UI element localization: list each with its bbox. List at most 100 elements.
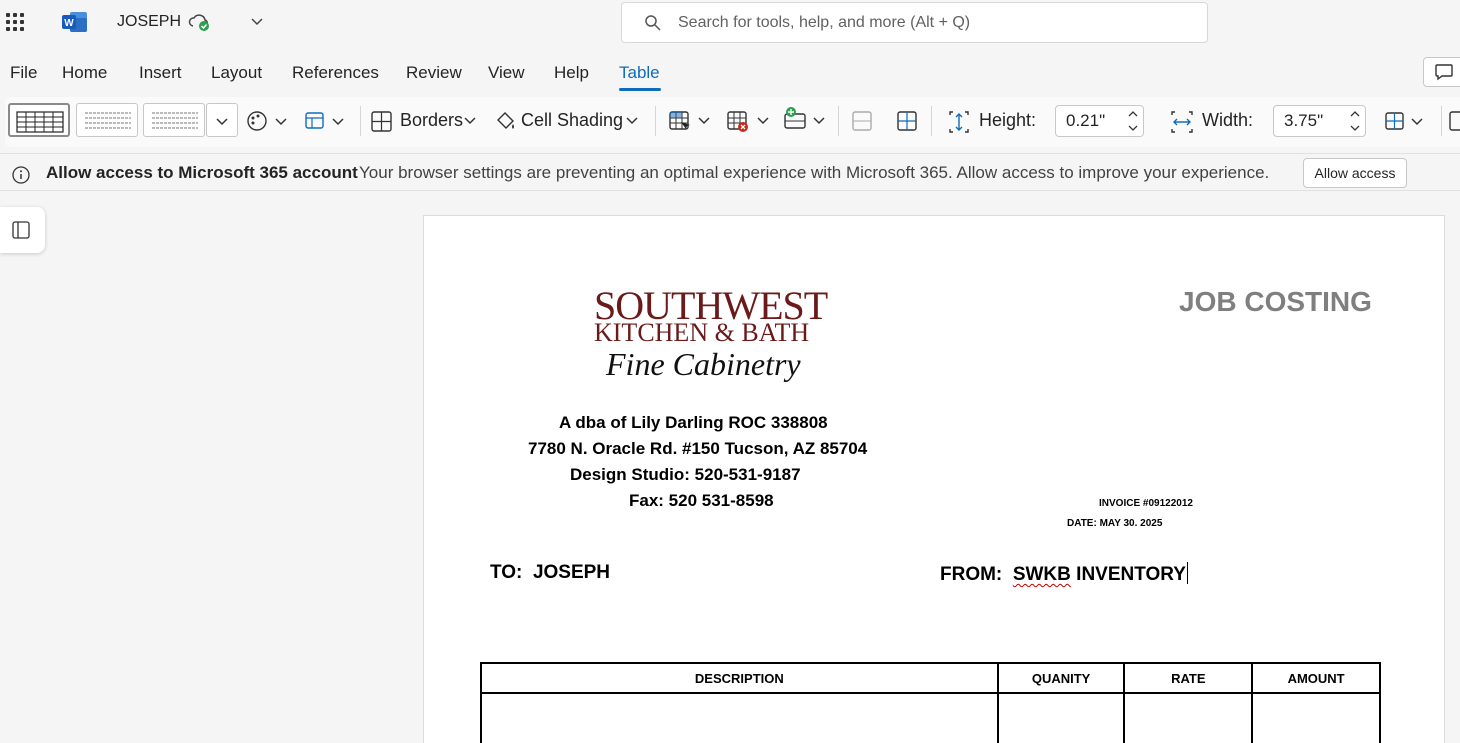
table-style-light[interactable] <box>143 103 205 137</box>
table-cell[interactable] <box>480 692 999 743</box>
column-width-icon <box>1171 111 1193 133</box>
menu-references[interactable]: References <box>292 63 379 83</box>
merge-cells-icon[interactable] <box>851 109 873 133</box>
from-value-rest: INVENTORY <box>1070 564 1186 585</box>
from-value-misspelled[interactable]: SWKB <box>1013 564 1071 585</box>
table-cell[interactable] <box>1123 692 1254 743</box>
table-light-icon <box>152 112 198 129</box>
info-bar: Allow access to Microsoft 365 account Yo… <box>0 153 1460 191</box>
chevron-down-icon[interactable] <box>463 114 477 128</box>
table-colors-icon[interactable] <box>245 109 295 133</box>
active-tab-indicator <box>619 88 661 91</box>
address-line-2: 7780 N. Oracle Rd. #150 Tucson, AZ 85704 <box>528 439 868 458</box>
borders-button[interactable]: Borders <box>400 110 463 131</box>
table-cell[interactable] <box>1251 692 1381 743</box>
table-style-grid[interactable] <box>8 103 70 137</box>
table-cell[interactable] <box>996 692 1126 743</box>
chevron-down-icon[interactable] <box>625 114 639 128</box>
search-placeholder: Search for tools, help, and more (Alt + … <box>678 14 971 31</box>
comments-button[interactable] <box>1423 57 1460 87</box>
table-header-row: DESCRIPTION QUANITY RATE AMOUNT <box>480 662 1381 694</box>
info-bar-message: Your browser settings are preventing an … <box>359 163 1270 182</box>
row-height-icon <box>949 111 969 133</box>
to-value: JOSEPH <box>532 562 611 583</box>
comment-icon <box>1435 64 1453 81</box>
chevron-down-icon <box>216 118 228 126</box>
line-items-table[interactable]: DESCRIPTION QUANITY RATE AMOUNT <box>480 662 1381 743</box>
allow-access-button[interactable]: Allow access <box>1303 158 1407 188</box>
menu-help[interactable]: Help <box>554 63 589 83</box>
separator <box>838 106 839 136</box>
logo-line-3: Fine Cabinetry <box>606 346 801 382</box>
width-label: Width: <box>1202 110 1254 130</box>
menu-review[interactable]: Review <box>406 63 462 83</box>
width-input[interactable]: 3.75" <box>1273 105 1366 137</box>
menu-table[interactable]: Table <box>619 63 660 83</box>
insert-row-icon[interactable] <box>782 106 834 134</box>
ribbon-toolbar: Borders Cell Shading Height: 0.21" Width… <box>5 97 1460 147</box>
table-grid-icon <box>16 111 64 133</box>
document-title: JOB COSTING <box>1179 286 1372 317</box>
word-logo-icon: W <box>62 12 87 32</box>
separator <box>1441 106 1442 136</box>
search-icon <box>645 15 661 31</box>
invoice-date: DATE: MAY 30. 2025 <box>1067 518 1163 529</box>
document-name[interactable]: JOSEPH <box>117 13 181 31</box>
table-layout-icon[interactable] <box>303 109 353 133</box>
table-styles-more-button[interactable] <box>206 103 238 137</box>
from-label: FROM: <box>940 564 1003 585</box>
company-logo: SOUTHWEST KITCHEN & BATH Fine Cabinetry <box>592 282 828 397</box>
from-field: FROM: SWKB INVENTORY <box>940 562 1188 586</box>
text-cursor <box>1186 562 1188 584</box>
more-options-icon[interactable] <box>1448 109 1460 133</box>
spinner-icon[interactable] <box>1127 108 1139 134</box>
search-box[interactable]: Search for tools, help, and more (Alt + … <box>621 2 1208 43</box>
logo-line-2: KITCHEN & BATH <box>594 318 810 347</box>
cloud-saved-icon[interactable] <box>188 12 212 32</box>
menu-file[interactable]: File <box>10 63 37 83</box>
insert-table-icon[interactable] <box>667 108 719 134</box>
address-line-4: Fax: 520 531-8598 <box>629 491 774 510</box>
menu-insert[interactable]: Insert <box>139 63 182 83</box>
separator <box>655 106 656 136</box>
cell-shading-button[interactable]: Cell Shading <box>521 110 623 131</box>
table-plain-icon <box>85 112 131 129</box>
spinner-icon[interactable] <box>1349 108 1361 134</box>
menu-home[interactable]: Home <box>62 63 107 83</box>
separator <box>931 106 932 136</box>
separator <box>360 106 361 136</box>
menu-bar: File Home Insert Layout References Revie… <box>0 56 1460 92</box>
width-value: 3.75" <box>1284 111 1324 130</box>
panel-icon <box>12 221 30 239</box>
address-line-1: A dba of Lily Darling ROC 338808 <box>559 413 828 432</box>
height-label: Height: <box>979 110 1037 130</box>
header-quantity[interactable]: QUANITY <box>996 662 1126 694</box>
height-input[interactable]: 0.21" <box>1055 105 1144 137</box>
menu-view[interactable]: View <box>488 63 525 83</box>
to-field: TO: JOSEPH <box>490 562 610 584</box>
borders-icon[interactable] <box>369 109 395 133</box>
title-bar: W JOSEPH Search for tools, help, and mor… <box>0 0 1460 46</box>
height-value: 0.21" <box>1066 111 1106 130</box>
split-cells-icon[interactable] <box>896 109 918 133</box>
menu-layout[interactable]: Layout <box>211 63 262 83</box>
header-description[interactable]: DESCRIPTION <box>480 662 999 694</box>
navigation-pane-button[interactable] <box>0 207 45 253</box>
info-icon <box>12 166 30 184</box>
app-launcher-icon[interactable] <box>4 11 26 33</box>
ribbon: Borders Cell Shading Height: 0.21" Width… <box>0 97 1460 147</box>
info-bar-title: Allow access to Microsoft 365 account <box>46 163 358 182</box>
chevron-down-icon[interactable] <box>250 14 264 28</box>
table-row <box>480 692 1381 743</box>
header-rate[interactable]: RATE <box>1123 662 1254 694</box>
invoice-number: INVOICE #09122012 <box>1099 498 1193 509</box>
address-line-3: Design Studio: 520-531-9187 <box>570 465 801 484</box>
distribute-icon[interactable] <box>1383 109 1433 133</box>
document-page[interactable]: SOUTHWEST KITCHEN & BATH Fine Cabinetry … <box>423 215 1445 743</box>
cell-shading-icon[interactable] <box>493 108 519 134</box>
header-amount[interactable]: AMOUNT <box>1251 662 1381 694</box>
table-style-plain[interactable] <box>76 103 138 137</box>
svg-text:W: W <box>64 18 74 29</box>
delete-table-icon[interactable] <box>725 108 777 134</box>
to-label: TO: <box>490 562 523 583</box>
